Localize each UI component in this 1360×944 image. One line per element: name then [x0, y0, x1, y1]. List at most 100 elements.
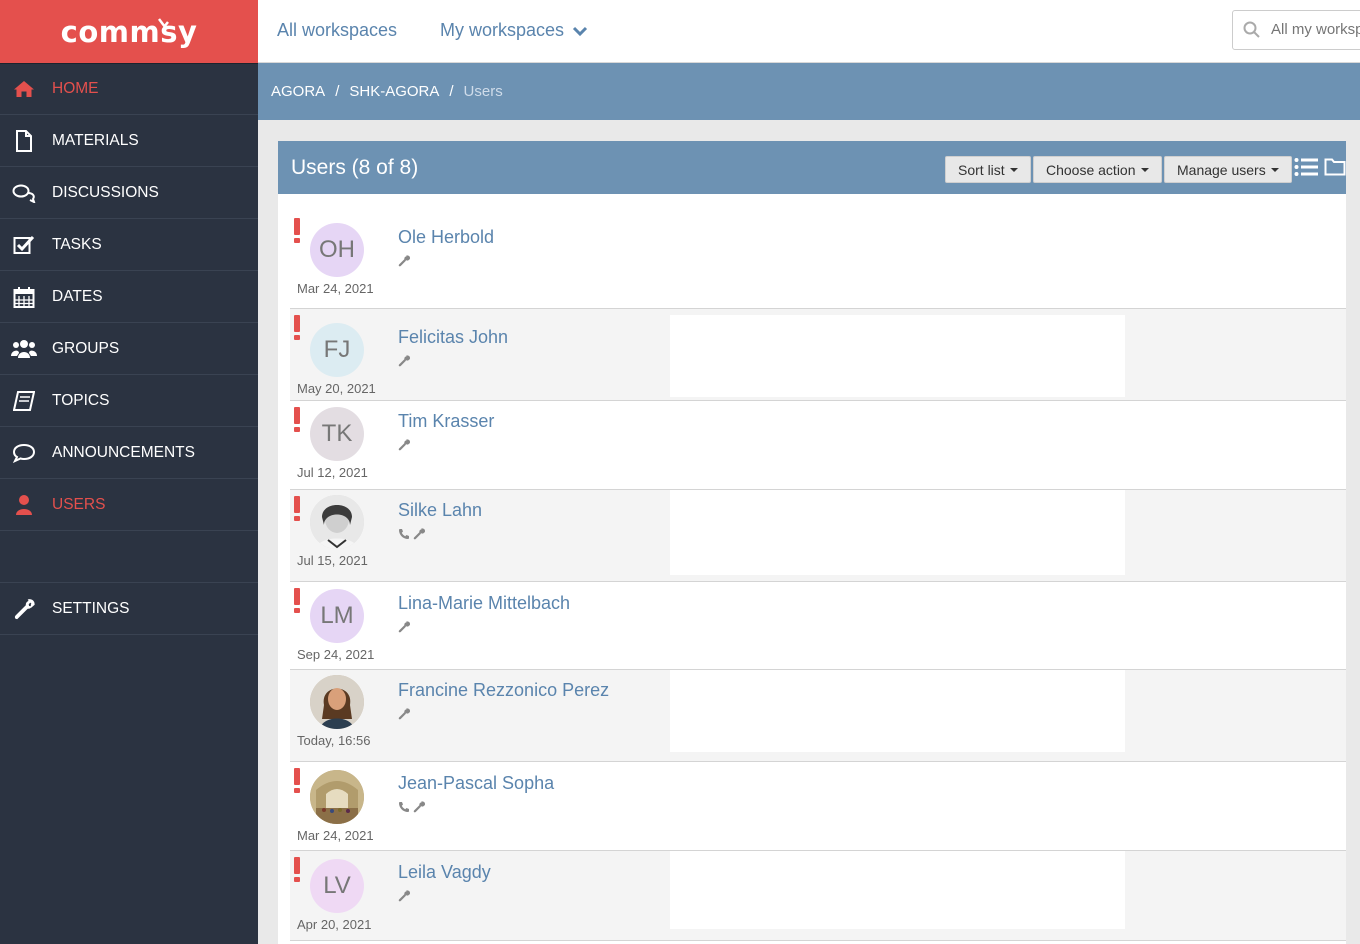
- sidebar-item-label: GROUPS: [52, 339, 120, 357]
- logo-spark-icon: [157, 5, 171, 28]
- user-row[interactable]: Jul 15, 2021 Silke Lahn: [290, 490, 1346, 582]
- wrench-icon: [11, 598, 37, 620]
- user-name-link[interactable]: Silke Lahn: [398, 500, 482, 521]
- user-row[interactable]: Mar 24, 2021 Jean-Pascal Sopha: [290, 762, 1346, 851]
- logo-text: commsy: [61, 15, 198, 49]
- user-role-icons: [398, 621, 410, 633]
- user-role-icons: [398, 528, 425, 540]
- user-date: Jul 12, 2021: [297, 465, 368, 480]
- file-icon: [11, 129, 37, 152]
- sidebar-item-label: ANNOUNCEMENTS: [52, 443, 195, 461]
- user-role-icons: [398, 890, 410, 902]
- my-workspaces-label: My workspaces: [440, 20, 565, 40]
- user-date: Sep 24, 2021: [297, 647, 375, 662]
- users-panel: Users (8 of 8) Sort list Choose action M…: [278, 141, 1346, 944]
- avatar[interactable]: LM: [310, 589, 364, 643]
- user-name-link[interactable]: Francine Rezzonico Perez: [398, 680, 609, 701]
- alert-icon: [294, 496, 300, 522]
- user-name-link[interactable]: Leila Vagdy: [398, 862, 491, 883]
- sidebar-item-label: SETTINGS: [52, 599, 130, 617]
- user-row[interactable]: LV Apr 20, 2021 Leila Vagdy: [290, 851, 1346, 941]
- alert-icon: [294, 768, 300, 794]
- chat-bubbles-icon: [11, 182, 37, 204]
- my-workspaces-dropdown[interactable]: My workspaces: [440, 20, 588, 41]
- user-date: Today, 16:56: [297, 733, 371, 748]
- search-input[interactable]: [1271, 21, 1360, 38]
- sidebar-item-announcements[interactable]: ANNOUNCEMENTS: [0, 427, 258, 479]
- caret-down-icon: [1270, 167, 1279, 172]
- user-row[interactable]: FJ May 20, 2021 Felicitas John: [290, 309, 1346, 401]
- user-name-link[interactable]: Felicitas John: [398, 327, 508, 348]
- sidebar-item-label: DATES: [52, 287, 103, 305]
- sidebar-item-home[interactable]: HOME: [0, 63, 258, 115]
- top-bar: All workspaces My workspaces: [258, 0, 1360, 63]
- avatar[interactable]: FJ: [310, 323, 364, 377]
- avatar[interactable]: LV: [310, 859, 364, 913]
- workspace-search[interactable]: [1232, 10, 1360, 50]
- chevron-down-icon: [572, 27, 588, 37]
- avatar[interactable]: [310, 675, 364, 729]
- commsy-logo[interactable]: commsy: [0, 0, 258, 63]
- wrench-icon: [413, 528, 425, 540]
- user-name-link[interactable]: Ole Herbold: [398, 227, 494, 248]
- user-row[interactable]: TK Jul 12, 2021 Tim Krasser: [290, 401, 1346, 490]
- manage-users-label: Manage users: [1177, 161, 1266, 178]
- wrench-icon: [398, 708, 410, 720]
- panel-title: Users (8 of 8): [291, 155, 419, 179]
- avatar[interactable]: [310, 495, 364, 549]
- sidebar-item-discussions[interactable]: DISCUSSIONS: [0, 167, 258, 219]
- alert-icon: [294, 857, 300, 883]
- caret-down-icon: [1140, 167, 1149, 172]
- user-row[interactable]: Today, 16:56 Francine Rezzonico Perez: [290, 670, 1346, 762]
- avatar[interactable]: TK: [310, 407, 364, 461]
- row-content-placeholder: [670, 490, 1125, 575]
- sidebar-item-topics[interactable]: TOPICS: [0, 375, 258, 427]
- sidebar-item-users[interactable]: USERS: [0, 479, 258, 531]
- sidebar-item-settings[interactable]: SETTINGS: [0, 583, 258, 635]
- group-icon: [11, 338, 37, 360]
- alert-icon: [294, 588, 300, 614]
- all-workspaces-link[interactable]: All workspaces: [277, 20, 397, 41]
- list-view-icon[interactable]: [1294, 157, 1318, 177]
- user-role-icons: [398, 255, 410, 267]
- user-name-link[interactable]: Tim Krasser: [398, 411, 494, 432]
- sidebar-item-groups[interactable]: GROUPS: [0, 323, 258, 375]
- book-icon: [11, 390, 37, 412]
- user-role-icons: [398, 439, 410, 451]
- sort-list-label: Sort list: [958, 161, 1005, 178]
- calendar-icon: [11, 286, 37, 308]
- user-date: Mar 24, 2021: [297, 281, 374, 296]
- breadcrumb-shk-agora[interactable]: SHK-AGORA: [349, 83, 439, 100]
- user-name-link[interactable]: Jean-Pascal Sopha: [398, 773, 554, 794]
- avatar-initials: FJ: [323, 336, 351, 363]
- sort-list-button[interactable]: Sort list: [945, 156, 1031, 183]
- sidebar-item-label: USERS: [52, 495, 106, 513]
- avatar[interactable]: OH: [310, 223, 364, 277]
- sidebar-item-materials[interactable]: MATERIALS: [0, 115, 258, 167]
- user-name-link[interactable]: Lina-Marie Mittelbach: [398, 593, 570, 614]
- manage-users-button[interactable]: Manage users: [1164, 156, 1292, 183]
- home-icon: [11, 78, 37, 100]
- avatar-initials: LV: [323, 872, 351, 899]
- user-row[interactable]: OH Mar 24, 2021 Ole Herbold: [290, 194, 1346, 309]
- user-role-icons: [398, 355, 410, 367]
- avatar-initials: OH: [319, 236, 355, 263]
- user-role-icons: [398, 708, 410, 720]
- wrench-icon: [398, 890, 410, 902]
- avatar[interactable]: [310, 770, 364, 824]
- user-row[interactable]: LM Sep 24, 2021 Lina-Marie Mittelbach: [290, 582, 1346, 670]
- choose-action-button[interactable]: Choose action: [1033, 156, 1162, 183]
- sidebar-item-tasks[interactable]: TASKS: [0, 219, 258, 271]
- user-date: Apr 20, 2021: [297, 917, 372, 932]
- sidebar: commsy HOME MATERIALS DISCUSSIONS TASKS DATE…: [0, 0, 258, 944]
- breadcrumb-separator: /: [449, 83, 454, 100]
- wrench-icon: [398, 621, 410, 633]
- folder-icon[interactable]: [1324, 157, 1346, 176]
- breadcrumb-agora[interactable]: AGORA: [271, 83, 325, 100]
- checkbox-icon: [11, 234, 37, 256]
- panel-header: Users (8 of 8) Sort list Choose action M…: [278, 141, 1346, 194]
- phone-icon: [399, 802, 409, 812]
- sidebar-item-dates[interactable]: DATES: [0, 271, 258, 323]
- breadcrumb-users: Users: [463, 83, 503, 100]
- avatar-initials: LM: [320, 602, 354, 629]
